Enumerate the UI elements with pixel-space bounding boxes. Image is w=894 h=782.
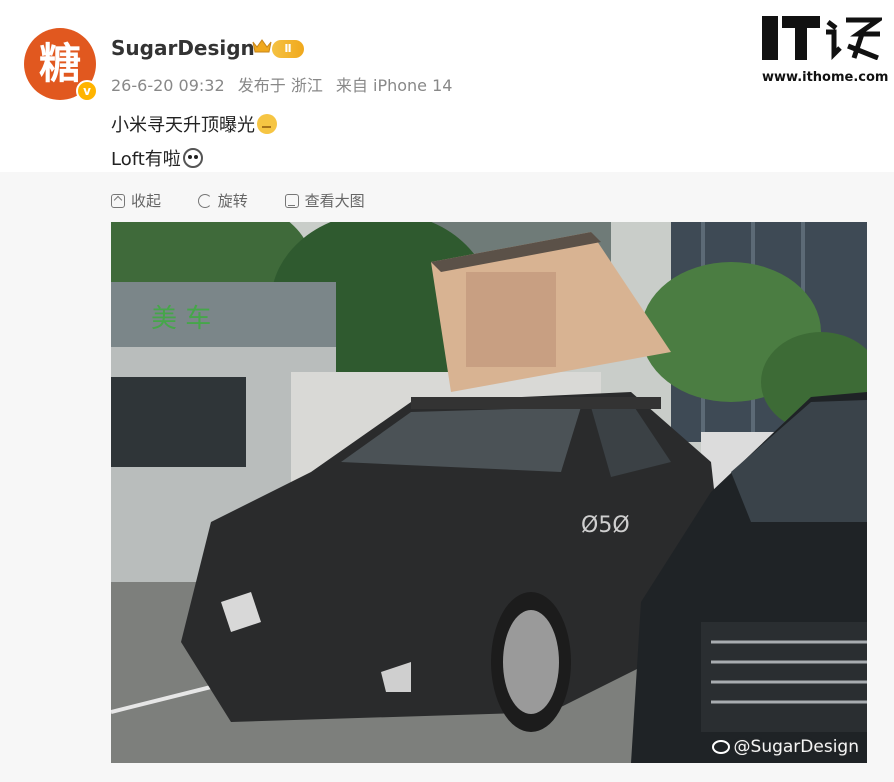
post-source: 来自 iPhone 14	[335, 76, 453, 95]
door-marking: Ø5Ø	[581, 513, 630, 538]
photo-watermark: @SugarDesign	[711, 737, 859, 757]
collapse-button[interactable]: 收起	[111, 190, 161, 211]
ithome-logo	[762, 16, 882, 60]
verified-badge-icon: v	[76, 80, 98, 102]
post-text: Loft有啦	[111, 149, 181, 170]
panda-emoji-icon	[182, 148, 203, 168]
post-text-line-2: Loft有啦	[111, 145, 203, 171]
view-large-label: 查看大图	[304, 192, 365, 210]
post-photo[interactable]: 美 车 Ø5Ø @SugarDesign	[111, 222, 867, 763]
image-icon	[284, 194, 299, 208]
image-toolbar: 收起 旋转 查看大图	[111, 190, 397, 212]
rotate-icon	[197, 194, 212, 208]
thinking-emoji-icon	[257, 114, 277, 134]
watermark-text: @SugarDesign	[733, 737, 859, 757]
level-badge[interactable]: Ⅱ	[272, 40, 304, 58]
post-meta: 26-6-20 09:32 发布于 浙江 来自 iPhone 14	[111, 72, 460, 96]
post-time[interactable]: 26-6-20 09:32	[111, 76, 225, 95]
photo-scene: 美 车 Ø5Ø	[111, 222, 867, 763]
media-area: 收起 旋转 查看大图 美 车 Ø5Ø @SugarDesign	[0, 172, 894, 782]
rotate-label: 旋转	[217, 192, 248, 210]
author-name[interactable]: SugarDesign	[111, 36, 255, 60]
post-text-line-1: 小米寻天升顶曝光	[111, 111, 277, 137]
ithome-url: www.ithome.com	[762, 70, 889, 85]
rotate-button[interactable]: 旋转	[197, 190, 248, 211]
post-location: 发布于 浙江	[237, 76, 323, 95]
post-header: 糖 v SugarDesign Ⅱ 26-6-20 09:32 发布于 浙江 来…	[0, 0, 894, 172]
weibo-icon	[711, 740, 730, 754]
crown-icon	[252, 39, 272, 53]
post-text: 小米寻天升顶曝光	[111, 115, 255, 136]
collapse-label: 收起	[131, 192, 162, 210]
view-large-button[interactable]: 查看大图	[284, 190, 365, 211]
collapse-icon	[111, 194, 125, 208]
kiosk-sign: 美 车	[151, 304, 211, 334]
